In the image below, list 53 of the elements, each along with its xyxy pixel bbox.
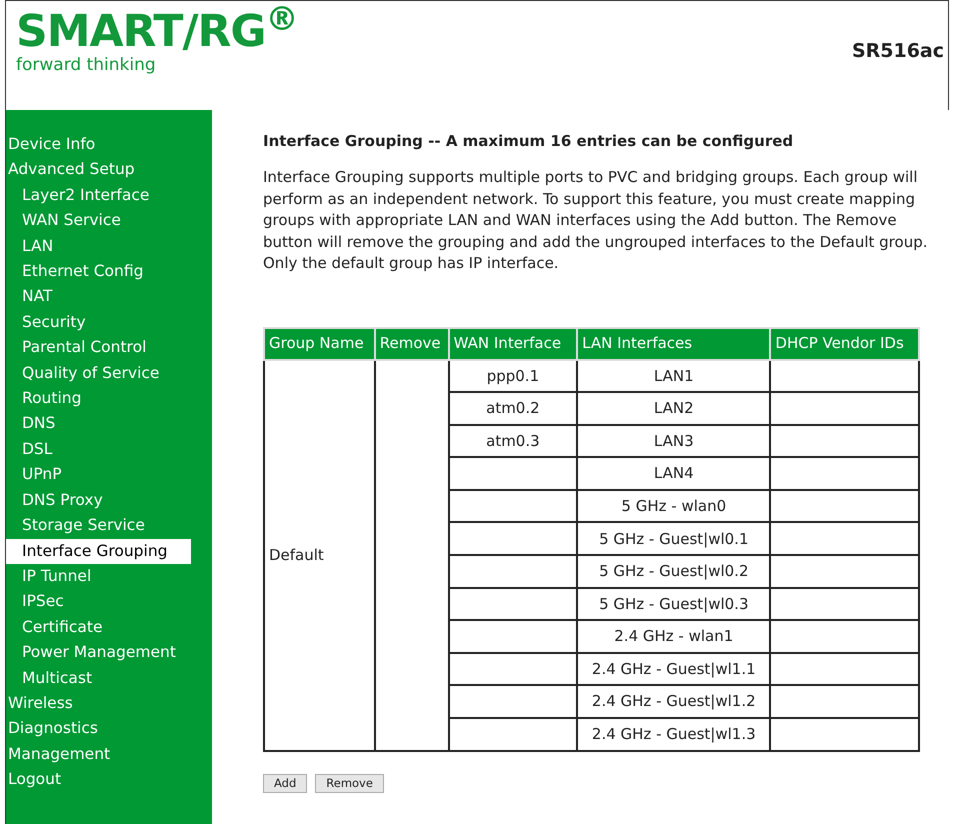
table-cell: LAN3 xyxy=(577,424,770,458)
nav-link[interactable]: Storage Service xyxy=(6,513,145,538)
table-cell: 2.4 GHz - Guest|wl1.1 xyxy=(577,652,770,686)
table-cell: 2.4 GHz - wlan1 xyxy=(577,620,770,653)
column-header: LAN Interfaces xyxy=(577,328,770,360)
table-cell: ppp0.1 xyxy=(448,360,578,392)
table-cell: atm0.2 xyxy=(448,392,578,425)
table-cell: LAN1 xyxy=(577,360,770,392)
action-button[interactable]: Add xyxy=(263,774,308,793)
nav-link[interactable]: NAT xyxy=(6,284,52,310)
table-cell: 5 GHz - wlan0 xyxy=(577,490,770,522)
nav-link[interactable]: Certificate xyxy=(6,614,103,640)
nav-link[interactable]: DNS Proxy xyxy=(6,488,103,514)
tagline: forward thinking xyxy=(16,55,157,75)
nav-link[interactable]: DSL xyxy=(6,436,52,462)
table-cell: Default xyxy=(264,360,375,751)
nav-link[interactable]: DNS xyxy=(6,411,56,437)
nav-link[interactable]: Diagnostics xyxy=(6,716,98,742)
nav-link[interactable]: WAN Service xyxy=(6,208,121,234)
nav-link[interactable]: Power Management xyxy=(6,640,176,666)
model-name: SR516ac xyxy=(852,39,945,64)
table-cell: 5 GHz - Guest|wl0.1 xyxy=(577,522,770,556)
table-cell: 5 GHz - Guest|wl0.3 xyxy=(577,588,770,620)
description: Interface Grouping supports multiple ports to PVC and bridging groups. Each group will perform as an independent network. To support this feature, you must create mapping groups with appropriate LAN and WAN interfaces using the Add button. The Remove button will remove the grouping and add the ungrouped interfaces to the Default group. Only the default group has IP interface. xyxy=(263,167,928,274)
nav-link[interactable]: Logout xyxy=(6,767,62,793)
column-header: WAN Interface xyxy=(448,328,578,360)
nav-link[interactable]: Quality of Service xyxy=(6,360,160,386)
nav-link[interactable]: IP Tunnel xyxy=(6,564,92,590)
page-title: Interface Grouping -- A maximum 16 entries can be configured xyxy=(263,131,794,152)
nav-link[interactable]: Ethernet Config xyxy=(6,259,144,284)
nav-link[interactable]: Multicast xyxy=(6,666,92,691)
nav-link[interactable]: LAN xyxy=(6,234,54,260)
nav-link[interactable]: Parental Control xyxy=(6,335,146,361)
column-header: DHCP Vendor IDs xyxy=(770,328,919,360)
table-cell: LAN2 xyxy=(577,392,770,425)
table-cell: 2.4 GHz - Guest|wl1.3 xyxy=(577,718,770,751)
action-button[interactable]: Remove xyxy=(315,774,384,793)
nav-link[interactable]: Management xyxy=(6,742,110,768)
nav-link[interactable]: Layer2 Interface xyxy=(6,182,150,208)
nav-link[interactable]: Interface Grouping xyxy=(6,538,191,564)
nav-link[interactable]: Wireless xyxy=(6,690,73,716)
nav-link[interactable]: Routing xyxy=(6,386,82,412)
nav-link[interactable]: Device Info xyxy=(6,132,96,158)
table-cell: LAN4 xyxy=(577,457,770,490)
table-cell: 2.4 GHz - Guest|wl1.2 xyxy=(577,685,770,718)
column-header: Group Name xyxy=(264,328,375,360)
column-header: Remove xyxy=(374,328,449,360)
nav-link[interactable]: Security xyxy=(6,310,86,336)
table-cell: atm0.3 xyxy=(448,424,578,458)
table-cell: 5 GHz - Guest|wl0.2 xyxy=(577,555,770,588)
nav-link[interactable]: IPSec xyxy=(6,589,64,615)
nav-link[interactable]: UPnP xyxy=(6,462,62,488)
nav-link[interactable]: Advanced Setup xyxy=(6,157,135,183)
